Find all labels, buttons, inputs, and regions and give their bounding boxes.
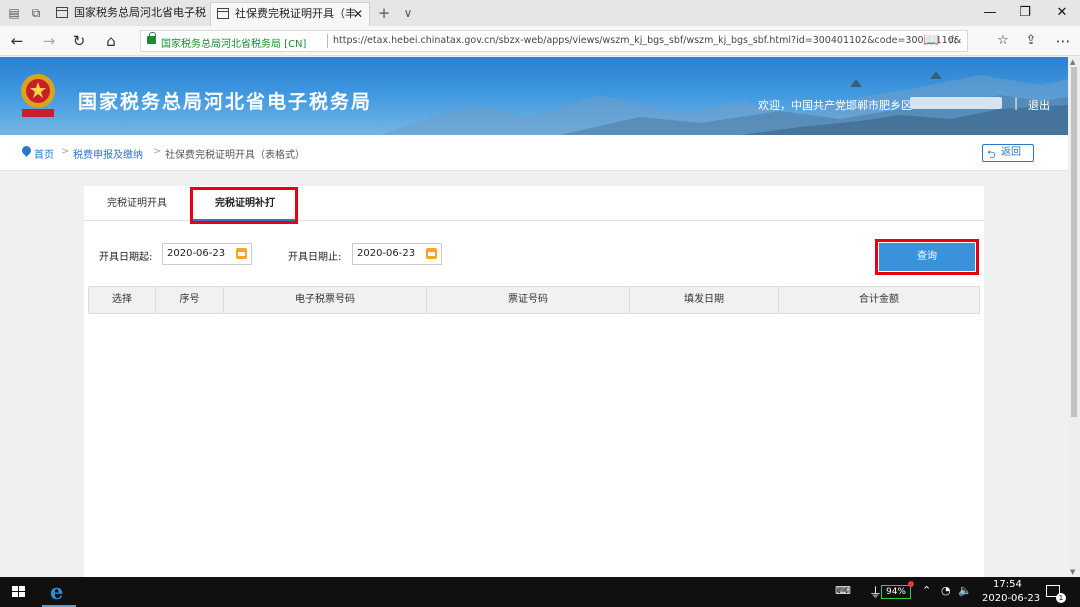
restore-icon[interactable]: ❐ (1015, 4, 1035, 22)
calendar-icon[interactable] (426, 248, 437, 259)
logout-link[interactable]: 退出 (1028, 97, 1050, 113)
page-icon (56, 7, 68, 18)
scroll-up-icon[interactable]: ▲ (1070, 58, 1075, 66)
tab-certificate-issue[interactable]: 完税证明开具 (84, 186, 190, 221)
welcome-text: 欢迎，中国共产党邯郸市肥乡区 (758, 99, 912, 112)
browser-tab-1[interactable]: 国家税务总局河北省电子税 (50, 2, 208, 26)
new-tab-button[interactable]: + (376, 5, 392, 21)
divider (327, 34, 328, 48)
highlight-box-query (875, 239, 979, 275)
refresh-icon[interactable]: ↻ (70, 32, 88, 50)
main-panel: 完税证明开具 完税证明补打 开具日期起: 2020-06-23 开具日期止: 2… (84, 186, 984, 577)
column-select[interactable]: 选择 (89, 287, 156, 313)
site-identity[interactable]: 国家税务总局河北省税务局 [CN] (161, 35, 306, 50)
return-arrow-icon: ⮌ (987, 148, 996, 161)
forward-arrow-icon[interactable]: → (40, 32, 58, 50)
edge-browser-icon[interactable]: e (50, 579, 63, 604)
chevron-up-icon[interactable]: ⌃ (922, 584, 931, 597)
results-table-header: 选择 序号 电子税票号码 票证号码 填发日期 合计金额 (88, 286, 980, 314)
more-menu-icon[interactable]: ⋯ (1054, 32, 1072, 50)
close-window-icon[interactable]: ✕ (1052, 4, 1072, 22)
windows-start-icon[interactable] (12, 586, 25, 598)
home-icon[interactable]: ⌂ (102, 32, 120, 50)
close-tab-icon[interactable]: ✕ (353, 3, 363, 25)
tax-emblem-logo (21, 74, 55, 117)
tab-list-button[interactable]: ∨ (400, 5, 416, 21)
reading-view-icon[interactable]: 📖 (923, 33, 939, 48)
column-serial[interactable]: 序号 (156, 287, 224, 313)
page-scrollbar[interactable]: ▲ ▼ (1068, 57, 1080, 577)
battery-indicator[interactable]: 94% (881, 585, 911, 599)
page-icon (217, 8, 229, 19)
address-bar-row: ← → ↻ ⌂ 国家税务总局河北省税务局 [CN] https://etax.h… (0, 26, 1080, 56)
notification-count-badge: 1 (1056, 593, 1066, 603)
clock-date[interactable]: 2020-06-23 (982, 593, 1040, 604)
wifi-icon[interactable]: ◔ (941, 584, 951, 597)
highlight-box-tab (190, 187, 298, 224)
calendar-icon[interactable] (236, 248, 247, 259)
windows-taskbar: e ⌨ ⏚ 94% ⌃ ◔ 🔈 17:54 2020-06-23 1 (0, 577, 1080, 607)
browser-tab-bar: ▤ ⧉ 国家税务总局河北省电子税 社保费完税证明开具（丰 ✕ + ∨ — ❐ ✕ (0, 0, 1080, 26)
start-date-input[interactable]: 2020-06-23 (162, 243, 252, 265)
redacted-username (910, 97, 1002, 109)
logout-separator: | (1014, 96, 1019, 110)
scroll-down-icon[interactable]: ▼ (1070, 568, 1075, 576)
breadcrumb-tax-declaration[interactable]: 税费申报及缴纳 (73, 146, 143, 161)
column-e-ticket-number[interactable]: 电子税票号码 (224, 287, 427, 313)
start-date-label: 开具日期起: (99, 252, 153, 263)
back-arrow-icon[interactable]: ← (8, 32, 26, 50)
breadcrumb: 首页 > 税费申报及缴纳 > 社保费完税证明开具（表格式） ⮌ 返回 (0, 135, 1068, 171)
keyboard-icon[interactable]: ⌨ (835, 584, 851, 597)
lock-icon (147, 32, 156, 44)
volume-mute-icon[interactable]: 🔈 (958, 584, 972, 597)
minimize-icon[interactable]: — (980, 4, 1000, 22)
favorites-hub-icon[interactable]: ☆ (994, 32, 1012, 50)
end-date-value: 2020-06-23 (357, 248, 416, 259)
column-issue-date[interactable]: 填发日期 (630, 287, 779, 313)
site-header: 国家税务总局河北省电子税务局 欢迎，中国共产党邯郸市肥乡区 | 退出 (0, 57, 1068, 135)
share-icon[interactable]: ⇪ (1022, 32, 1040, 50)
breadcrumb-separator: > (153, 146, 162, 157)
address-field[interactable]: 国家税务总局河北省税务局 [CN] https://etax.hebei.chi… (140, 30, 968, 52)
browser-tab-2[interactable]: 社保费完税证明开具（丰 ✕ (210, 2, 370, 26)
end-date-input[interactable]: 2020-06-23 (352, 243, 442, 265)
tab-aside-icon[interactable]: ⧉ (28, 5, 44, 21)
back-button-label: 返回 (1001, 147, 1021, 158)
url-text[interactable]: https://etax.hebei.chinatax.gov.cn/sbzx-… (333, 35, 961, 46)
breadcrumb-home[interactable]: 首页 (34, 146, 54, 161)
start-date-value: 2020-06-23 (167, 248, 226, 259)
end-date-label: 开具日期止: (288, 252, 342, 263)
clock-time[interactable]: 17:54 (993, 579, 1022, 590)
back-button[interactable]: ⮌ 返回 (982, 144, 1034, 162)
column-voucher-number[interactable]: 票证号码 (427, 287, 630, 313)
tab-actions-icon[interactable]: ▤ (6, 5, 22, 21)
column-total-amount[interactable]: 合计金额 (779, 287, 979, 313)
browser-tab-1-title: 国家税务总局河北省电子税 (74, 6, 206, 19)
breadcrumb-current: 社保费完税证明开具（表格式） (165, 150, 305, 161)
location-pin-icon (20, 144, 33, 157)
breadcrumb-separator: > (61, 146, 70, 157)
browser-tab-2-title: 社保费完税证明开具（丰 (235, 7, 356, 20)
site-title: 国家税务总局河北省电子税务局 (78, 91, 373, 113)
scrollbar-thumb[interactable] (1071, 67, 1077, 417)
battery-alert-icon (908, 581, 914, 587)
favorite-star-icon[interactable]: ☆ (947, 33, 959, 48)
